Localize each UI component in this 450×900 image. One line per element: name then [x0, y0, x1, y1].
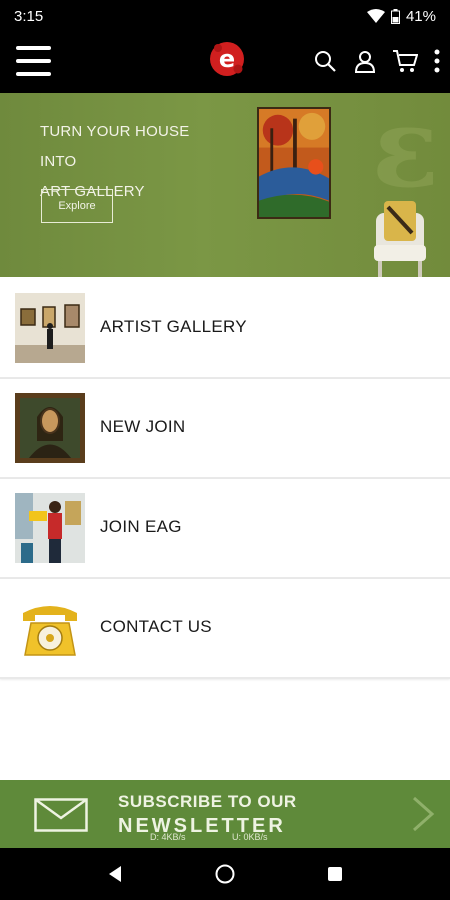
menu-item-label: NEW JOIN	[100, 417, 186, 436]
battery-percent: 41%	[405, 7, 436, 25]
menu-icon[interactable]	[16, 46, 51, 78]
banner-painting-image	[257, 107, 331, 219]
back-icon[interactable]	[95, 854, 135, 894]
upload-speed-indicator: U: 0KB/s	[232, 832, 268, 842]
hero-banner[interactable]: ε TURN YOUR HOUSE INTO ART GALLERY Explo…	[0, 93, 450, 277]
menu-item-label: JOIN EAG	[100, 517, 182, 536]
newsletter-line-1: SUBSCRIBE TO OUR	[118, 792, 297, 811]
brand-logo[interactable]: e	[206, 38, 248, 80]
explore-button[interactable]: Explore	[41, 189, 113, 223]
svg-text:e: e	[219, 45, 235, 73]
overflow-icon[interactable]	[432, 46, 442, 76]
menu-item-contact-us[interactable]: CONTACT US	[0, 579, 450, 679]
banner-chair-image	[374, 201, 426, 277]
new-join-thumbnail	[15, 393, 85, 463]
chevron-right-icon[interactable]	[410, 796, 436, 832]
telephone-icon	[15, 593, 85, 663]
menu-item-join-eag[interactable]: JOIN EAG	[0, 479, 450, 579]
account-icon[interactable]	[352, 46, 378, 76]
download-speed-indicator: D: 4KB/s	[150, 832, 186, 842]
menu-item-artist-gallery[interactable]: ARTIST GALLERY	[0, 279, 450, 379]
search-icon[interactable]	[312, 46, 338, 76]
artist-gallery-thumbnail	[15, 293, 85, 363]
home-icon[interactable]	[205, 854, 245, 894]
status-bar: 3:15 41%	[0, 0, 450, 32]
join-eag-thumbnail	[15, 493, 85, 563]
status-time: 3:15	[14, 7, 44, 25]
system-navigation-bar	[0, 848, 450, 900]
battery-icon	[390, 8, 400, 24]
menu-list: ARTIST GALLERY NEW JOIN JOIN EAG CONTACT…	[0, 279, 450, 679]
wifi-icon	[366, 9, 385, 23]
app-bar: e	[0, 32, 450, 93]
menu-item-new-join[interactable]: NEW JOIN	[0, 379, 450, 479]
menu-item-label: CONTACT US	[100, 617, 212, 636]
newsletter-subscribe-banner[interactable]: SUBSCRIBE TO OUR NEWSLETTER D: 4KB/s U: …	[0, 780, 450, 848]
recents-icon[interactable]	[315, 854, 355, 894]
cart-icon[interactable]	[392, 46, 418, 76]
mail-icon	[34, 798, 88, 832]
menu-item-label: ARTIST GALLERY	[100, 317, 247, 336]
